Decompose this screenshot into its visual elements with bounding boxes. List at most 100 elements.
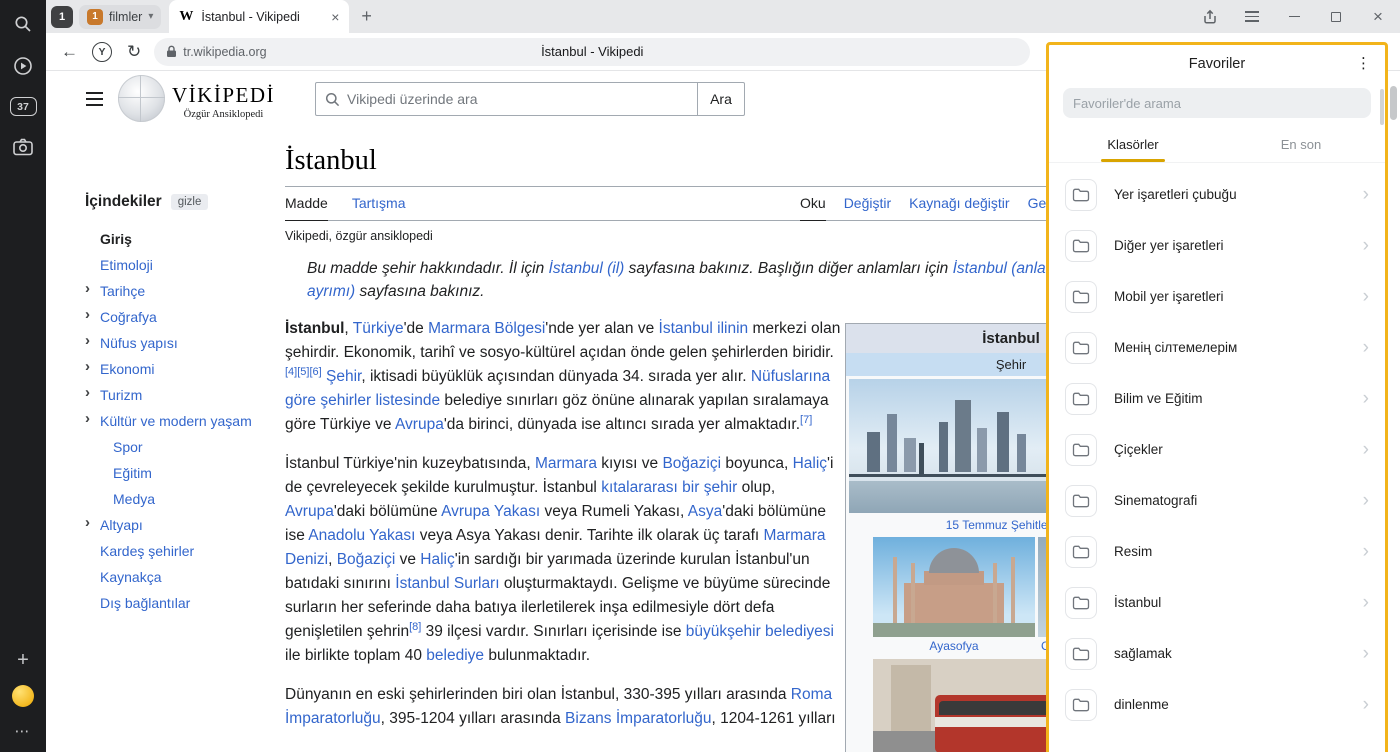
expand-arrow-icon[interactable]: ›	[85, 281, 90, 297]
bookmark-folder-row[interactable]: Менің сілтемелерім ›	[1049, 322, 1385, 373]
wiki-link[interactable]: Marmara	[535, 455, 597, 472]
kebab-menu-icon[interactable]: ⋮	[1356, 54, 1371, 72]
browser-menu-icon[interactable]	[1244, 9, 1260, 25]
tab-en-son[interactable]: En son	[1217, 129, 1385, 162]
back-icon[interactable]: ←	[61, 42, 78, 62]
tab-counter-badge[interactable]: 37	[10, 97, 37, 116]
wiki-link[interactable]: İstanbul Surları	[395, 575, 499, 592]
new-tab-button[interactable]: +	[361, 6, 372, 27]
wiki-link[interactable]: Avrupa	[285, 503, 334, 520]
wiki-link[interactable]: Anadolu Yakası	[308, 527, 415, 544]
tab-madde[interactable]: Madde	[285, 187, 328, 221]
share-icon[interactable]	[1202, 9, 1218, 25]
bookmark-folder-row[interactable]: dinlenme ›	[1049, 679, 1385, 730]
wiki-search-button[interactable]: Ara	[697, 82, 745, 116]
wiki-link[interactable]: Asya	[688, 503, 722, 520]
wiki-search-box[interactable]	[315, 82, 698, 116]
toc-item[interactable]: › Kardeş şehirler	[85, 538, 275, 564]
bookmark-folder-row[interactable]: Resim ›	[1049, 526, 1385, 577]
favorites-search-input[interactable]	[1073, 96, 1361, 111]
toc-item[interactable]: › Coğrafya	[85, 304, 275, 330]
bookmark-folder-row[interactable]: Çiçekler ›	[1049, 424, 1385, 475]
wiki-link[interactable]: Haliç	[793, 455, 827, 472]
refresh-icon[interactable]: ↻	[127, 42, 141, 62]
expand-arrow-icon[interactable]: ›	[85, 385, 90, 401]
bookmark-folder-row[interactable]: Yer işaretleri çubuğu ›	[1049, 169, 1385, 220]
toc-item[interactable]: › Altyapı	[85, 512, 275, 538]
reference-link[interactable]: [7]	[800, 413, 812, 425]
tab-degistir[interactable]: Değiştir	[844, 187, 891, 220]
toc-item[interactable]: › Tarihçe	[85, 278, 275, 304]
expand-arrow-icon[interactable]: ›	[85, 333, 90, 349]
wiki-search-input[interactable]	[347, 91, 697, 107]
wiki-link[interactable]: Haliç	[420, 551, 454, 568]
minimize-icon[interactable]	[1286, 9, 1302, 25]
wiki-link[interactable]: Avrupa Yakası	[441, 503, 540, 520]
wiki-link[interactable]: İstanbul ilinin	[659, 320, 749, 337]
ayasofya-image[interactable]	[873, 537, 1035, 637]
address-bar[interactable]: tr.wikipedia.org İstanbul - Vikipedi	[154, 38, 1030, 66]
close-tab-icon[interactable]: ×	[331, 9, 339, 25]
wiki-link[interactable]: Bizans İmparatorluğu	[565, 710, 711, 727]
bookmark-folder-row[interactable]: İstanbul ›	[1049, 577, 1385, 628]
favorites-search[interactable]	[1063, 88, 1371, 118]
expand-arrow-icon[interactable]: ›	[85, 359, 90, 375]
bookmark-folder-row[interactable]: sağlamak ›	[1049, 628, 1385, 679]
wikipedia-wordmark[interactable]: VİKİPEDİ Özgür Ansiklopedi	[172, 83, 275, 120]
tab-oku[interactable]: Oku	[800, 187, 826, 221]
tab-kaynagi-degistir[interactable]: Kaynağı değiştir	[909, 187, 1009, 220]
more-icon[interactable]: ⋯	[15, 722, 32, 740]
toc-item[interactable]: › Giriş	[85, 226, 275, 252]
bookmark-folder-row[interactable]: Diğer yer işaretleri ›	[1049, 220, 1385, 271]
text-run: ile birlikte toplam 40	[285, 647, 426, 664]
wiki-link[interactable]: Türkiye	[353, 320, 404, 337]
video-icon[interactable]	[12, 55, 34, 77]
wiki-link[interactable]: büyükşehir belediyesi	[686, 623, 834, 640]
wiki-link[interactable]: Şehir	[326, 368, 361, 385]
toc-item[interactable]: › Kültür ve modern yaşam	[85, 408, 275, 434]
wiki-link[interactable]: Marmara Bölgesi	[428, 320, 545, 337]
tab-group-chip[interactable]: 1 filmler ▾	[79, 5, 161, 29]
yandex-icon[interactable]: Y	[92, 42, 112, 62]
tab-klasorler[interactable]: Klasörler	[1049, 129, 1217, 162]
toc-item[interactable]: › Etimoloji	[85, 252, 275, 278]
toc-item[interactable]: › Kaynakça	[85, 564, 275, 590]
toc-item[interactable]: › Medya	[85, 486, 275, 512]
tab-istanbul-vikipedi[interactable]: W İstanbul - Vikipedi ×	[169, 0, 349, 33]
wiki-link[interactable]: Boğaziçi	[337, 551, 396, 568]
toc-item[interactable]: › Spor	[85, 434, 275, 460]
search-icon[interactable]	[12, 13, 34, 35]
add-icon[interactable]: +	[17, 650, 29, 670]
bookmark-folder-row[interactable]: Sinematografi ›	[1049, 475, 1385, 526]
reference-link[interactable]: [4][5][6]	[285, 365, 322, 377]
wiki-menu-icon[interactable]	[86, 92, 103, 106]
bookmark-folder-row[interactable]: Bilim ve Eğitim ›	[1049, 373, 1385, 424]
expand-arrow-icon[interactable]: ›	[85, 411, 90, 427]
toc-item[interactable]: › Nüfus yapısı	[85, 330, 275, 356]
bookmark-folder-row[interactable]: Mobil yer işaretleri ›	[1049, 271, 1385, 322]
toc-item[interactable]: › Eğitim	[85, 460, 275, 486]
wiki-link[interactable]: Boğaziçi	[662, 455, 721, 472]
expand-arrow-icon[interactable]: ›	[85, 307, 90, 323]
reference-link[interactable]: [8]	[409, 621, 421, 633]
toc-item[interactable]: › Ekonomi	[85, 356, 275, 382]
text-run: Dünyanın en eski şehirlerinden biri olan…	[285, 686, 791, 703]
wiki-link[interactable]: kıtalararası bir şehir	[601, 479, 737, 496]
toc-hide-button[interactable]: gizle	[171, 194, 209, 210]
tab-group-collapse-button[interactable]: 1	[51, 6, 73, 28]
wiki-link[interactable]: İstanbul (il)	[549, 260, 625, 277]
toc-item[interactable]: › Turizm	[85, 382, 275, 408]
page-scrollbar[interactable]	[1390, 86, 1397, 120]
infobox-caption-ayasofya[interactable]: Ayasofya	[873, 637, 1035, 657]
alice-assistant-icon[interactable]	[12, 685, 34, 707]
toc-item[interactable]: › Dış bağlantılar	[85, 590, 275, 616]
tab-tartisma[interactable]: Tartışma	[352, 187, 406, 220]
close-window-icon[interactable]: ×	[1370, 9, 1386, 25]
screenshot-icon[interactable]	[12, 136, 34, 158]
wiki-link[interactable]: belediye	[426, 647, 484, 664]
wikipedia-logo[interactable]	[118, 75, 165, 122]
wiki-link[interactable]: Avrupa	[395, 416, 444, 433]
favorites-scrollbar[interactable]	[1380, 89, 1384, 125]
maximize-icon[interactable]	[1328, 9, 1344, 25]
expand-arrow-icon[interactable]: ›	[85, 515, 90, 531]
